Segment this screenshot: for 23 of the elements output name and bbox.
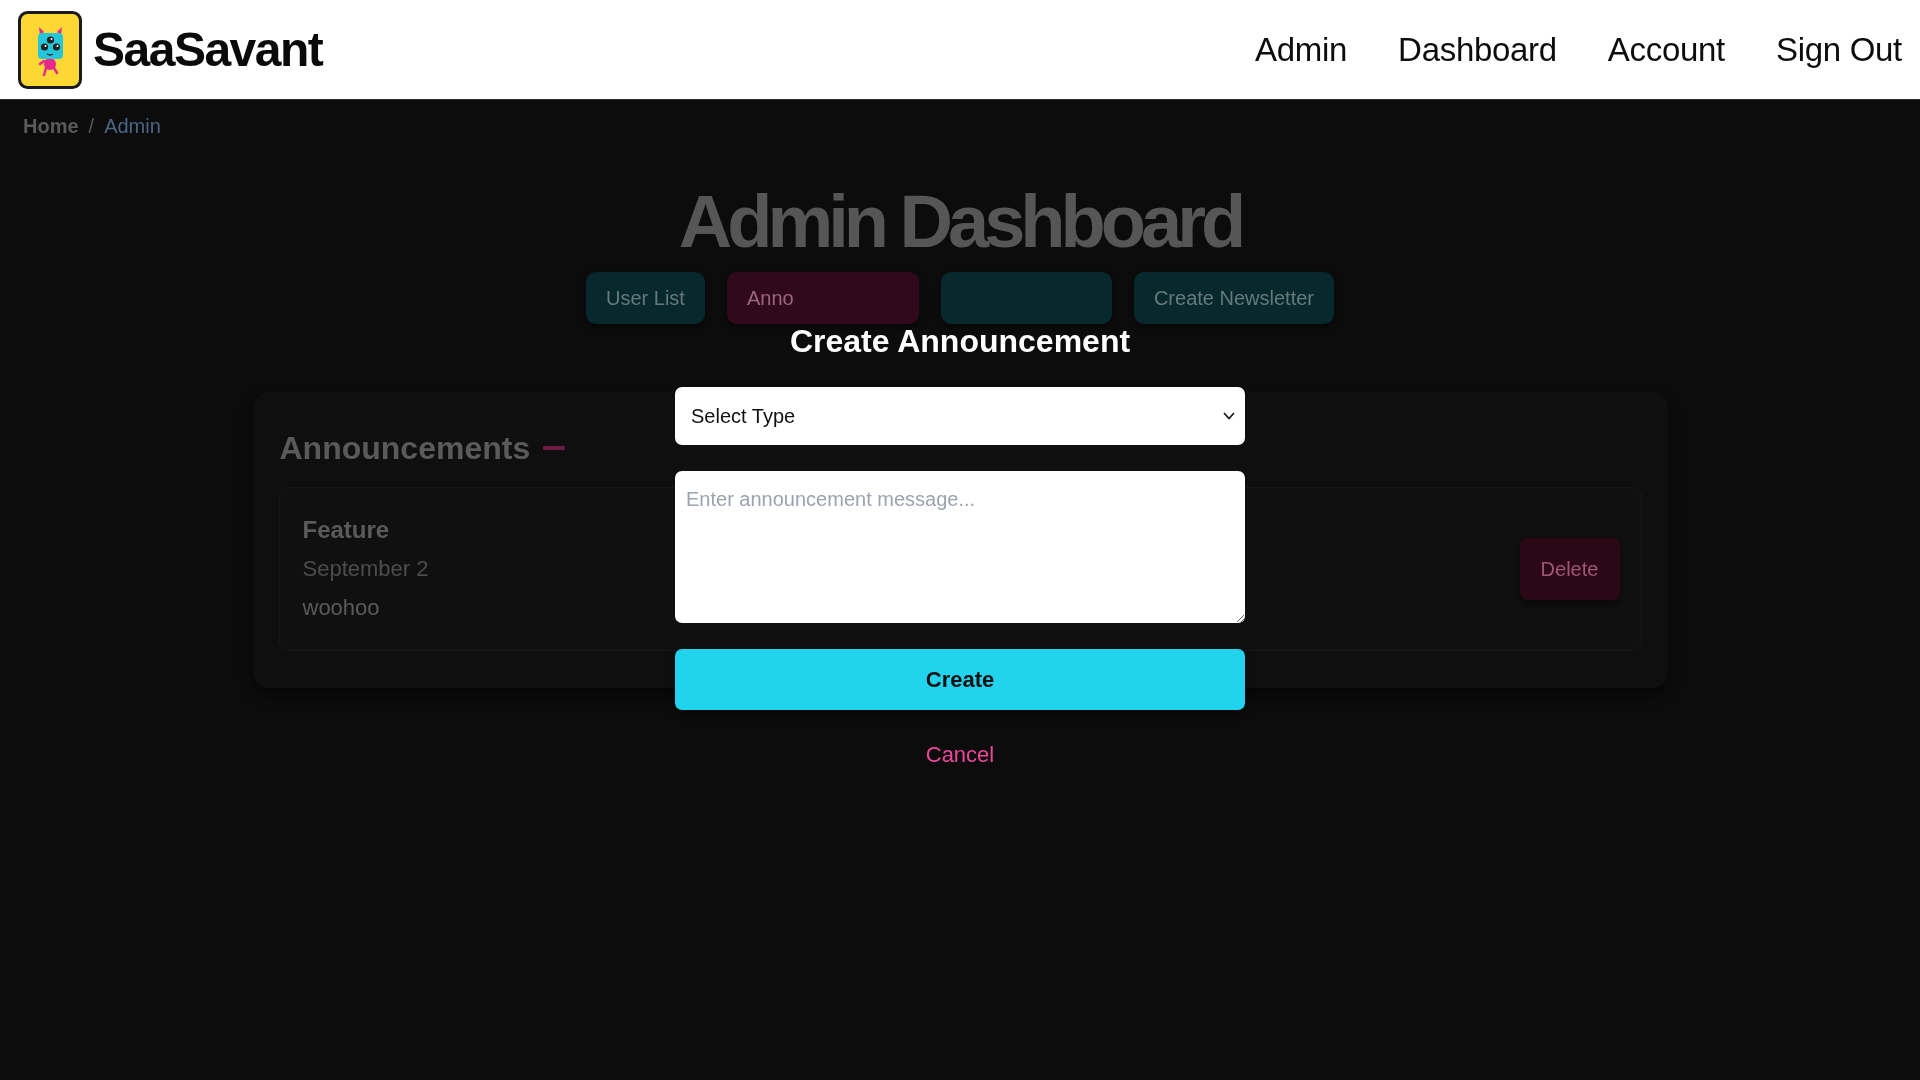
message-textarea[interactable]: Enter announcement message...	[675, 471, 1245, 623]
announcement-message: woohoo	[302, 594, 381, 622]
cancel-button[interactable]: Cancel	[925, 737, 995, 773]
type-select[interactable]: Select Type	[675, 387, 1245, 445]
nav-link[interactable]: Admin	[1255, 29, 1348, 70]
nav-link[interactable]: Dashboard	[1398, 29, 1557, 70]
create-button[interactable]: Create	[675, 649, 1245, 710]
chevron-down-icon	[1223, 412, 1235, 420]
announcements-heading: Announcements	[279, 429, 531, 468]
modal-title: Create Announcement	[789, 328, 1131, 354]
announcement-date: September 2	[302, 555, 429, 583]
nav-link[interactable]: Account	[1607, 29, 1725, 70]
monster-logo-icon[interactable]	[18, 10, 82, 89]
tab-button[interactable]: Anno	[726, 272, 919, 324]
breadcrumb-separator: /	[88, 114, 95, 138]
minus-icon[interactable]	[543, 446, 566, 450]
announcement-type: Feature	[302, 515, 391, 545]
brand-name[interactable]: SaaSavant	[93, 20, 323, 79]
page-title: Admin Dashboard	[678, 182, 1242, 262]
nav-link[interactable]: Sign Out	[1776, 29, 1902, 70]
breadcrumb-current: Admin	[104, 114, 161, 138]
tab-button[interactable]	[940, 272, 1112, 324]
delete-button[interactable]: Delete	[1519, 538, 1620, 600]
